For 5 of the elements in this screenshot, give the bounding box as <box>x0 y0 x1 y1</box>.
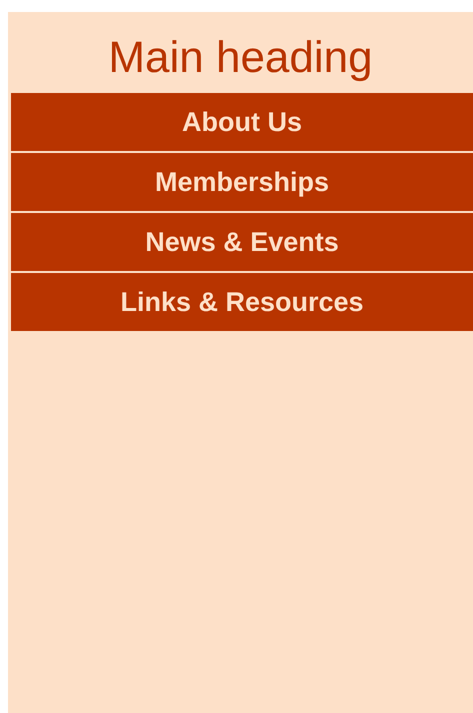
main-heading: Main heading <box>107 32 374 84</box>
nav-link[interactable]: News & Events <box>11 213 473 271</box>
nav-link[interactable]: About Us <box>11 93 473 151</box>
nav-link[interactable]: Memberships <box>11 153 473 211</box>
nav-link[interactable]: Links & Resources <box>11 273 473 331</box>
